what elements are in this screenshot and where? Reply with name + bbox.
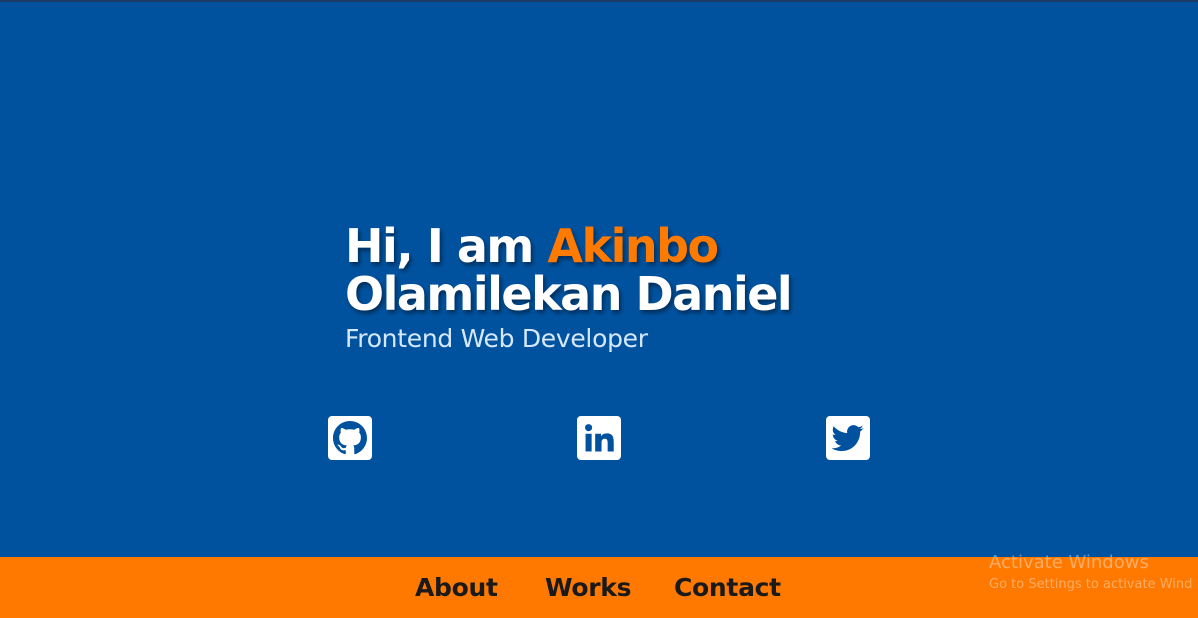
hero-greeting: Hi, I am [345,219,534,273]
twitter-link[interactable] [826,416,870,460]
hero-name-highlight: Akinbo [547,219,719,273]
github-link[interactable] [328,416,372,460]
linkedin-link[interactable] [577,416,621,460]
twitter-icon [832,425,864,452]
top-edge-divider [0,0,1198,2]
bottom-navbar: About Works Contact [0,557,1198,618]
github-icon [333,421,367,455]
nav-contact-link[interactable]: Contact [674,571,781,605]
hero-name-rest: Olamilekan Daniel [345,267,793,321]
hero-section: Hi, I am Akinbo Olamilekan Daniel Fronte… [345,219,793,354]
linkedin-icon [585,424,614,452]
portfolio-page: Hi, I am Akinbo Olamilekan Daniel Fronte… [0,0,1198,618]
hero-headline: Hi, I am Akinbo Olamilekan Daniel [345,219,793,321]
nav-about-link[interactable]: About [415,571,498,605]
nav-works-link[interactable]: Works [545,571,632,605]
hero-role: Frontend Web Developer [345,324,648,353]
